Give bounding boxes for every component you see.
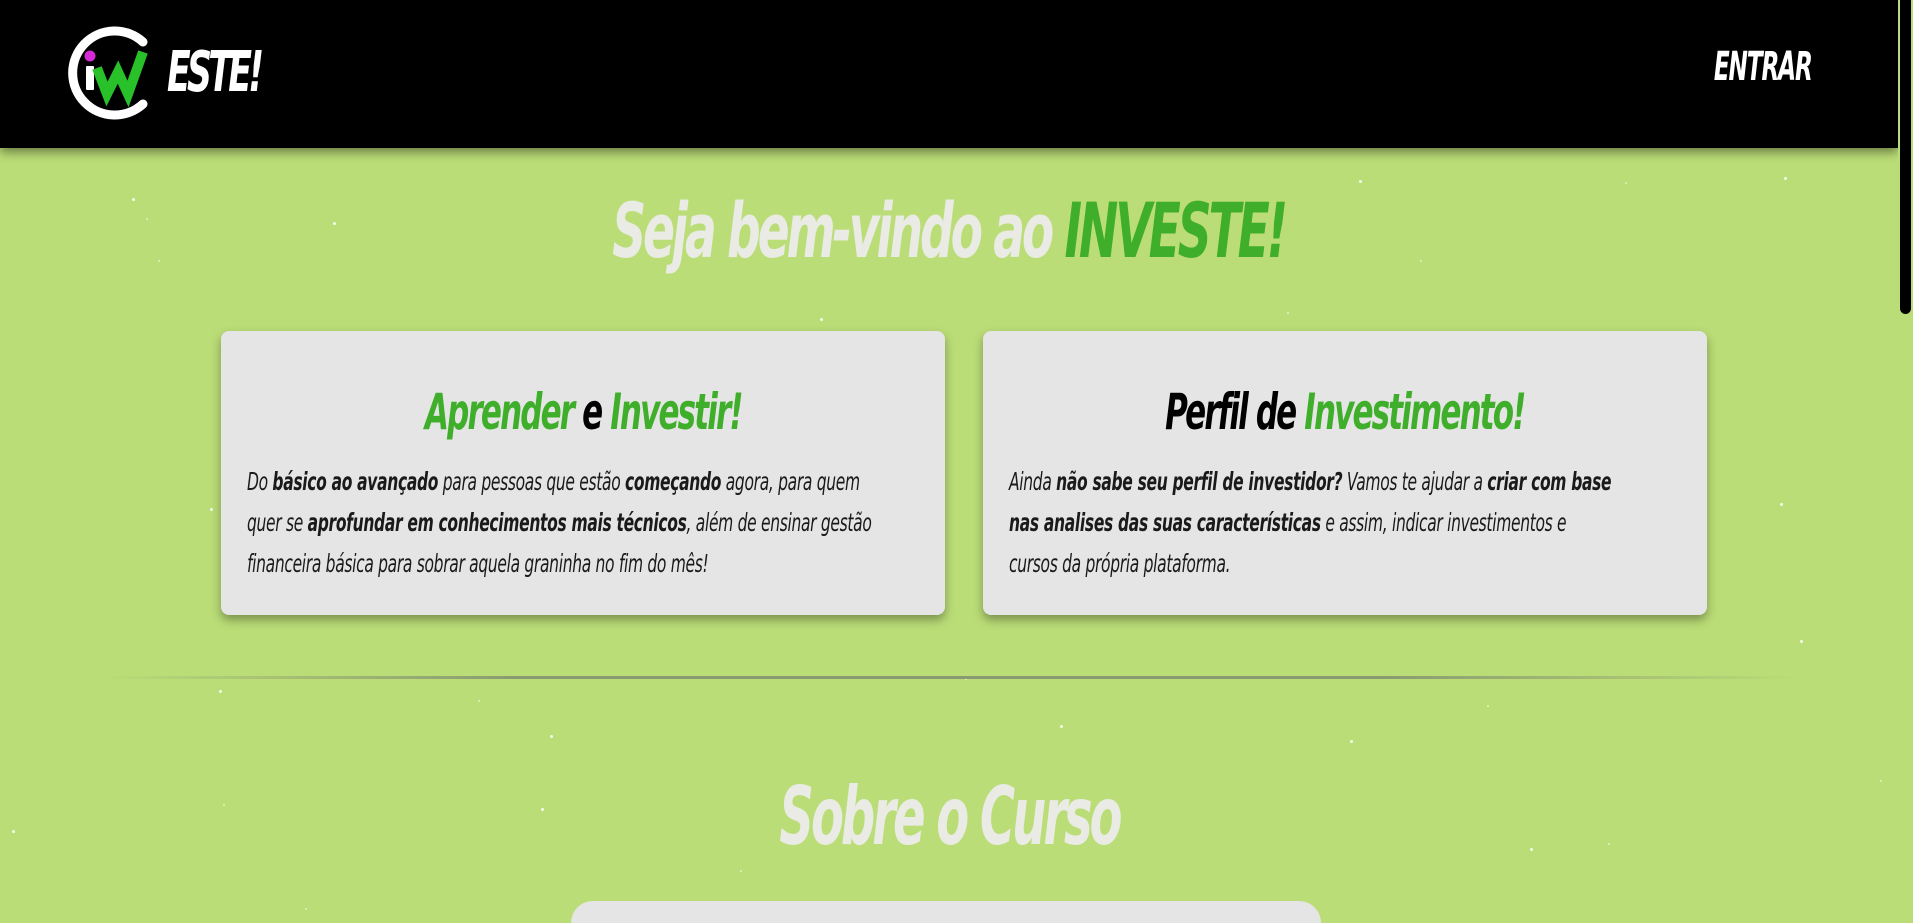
feature-card-learn-invest: Aprender e Investir! Do básico ao avança… xyxy=(221,331,945,615)
hero-title-text: Seja bem-vindo ao xyxy=(612,186,1065,275)
scrollbar-thumb[interactable] xyxy=(1900,0,1911,314)
investe-logo-icon xyxy=(68,26,148,120)
text-segment: e assim, indicar investimentos e xyxy=(1320,508,1567,537)
text-segment: Ainda xyxy=(1009,467,1057,496)
text-emphasis: básico ao avançado xyxy=(272,467,439,496)
investe-logo[interactable]: ESTE! xyxy=(55,22,265,124)
section-divider xyxy=(100,676,1800,679)
text-emphasis: começando xyxy=(624,467,722,496)
card-title-part: Aprender xyxy=(424,383,575,441)
hero-title: Seja bem-vindo ao INVESTE! xyxy=(0,186,1898,275)
about-title-text: Sobre o Curso xyxy=(778,770,1122,863)
card-description: Ainda não sabe seu perfil de investidor?… xyxy=(1009,461,1691,584)
scrollbar[interactable] xyxy=(1898,0,1913,923)
card-title-part: e xyxy=(572,383,610,441)
text-segment: cursos da própria plataforma. xyxy=(1009,549,1231,578)
text-emphasis: criar com base xyxy=(1487,467,1612,496)
logo-text: ESTE! xyxy=(167,40,264,105)
card-title-part: Investir! xyxy=(609,383,743,441)
text-segment: para pessoas que estão xyxy=(438,467,625,496)
card-title: Perfil de Investimento! xyxy=(983,383,1707,441)
course-card xyxy=(571,901,1321,923)
text-segment: quer se xyxy=(247,508,308,537)
text-segment: financeira básica para sobrar aquela gra… xyxy=(247,549,709,578)
text-segment: Vamos te ajudar a xyxy=(1342,467,1488,496)
text-emphasis: não sabe seu perfil de investidor? xyxy=(1056,467,1343,496)
feature-card-investor-profile: Perfil de Investimento! Ainda não sabe s… xyxy=(983,331,1707,615)
top-navbar: ESTE! ENTRAR xyxy=(0,0,1898,148)
text-emphasis: aprofundar em conhecimentos mais técnico… xyxy=(307,508,687,537)
hero-title-brand: INVESTE! xyxy=(1064,186,1289,275)
card-description: Do básico ao avançado para pessoas que e… xyxy=(247,461,929,584)
about-section-title: Sobre o Curso xyxy=(0,770,1898,863)
text-segment: Do xyxy=(247,467,273,496)
text-segment: agora, para quem xyxy=(721,467,860,496)
card-title-part: Investimento! xyxy=(1304,383,1526,441)
card-title-part: Perfil de xyxy=(1165,383,1305,441)
card-title: Aprender e Investir! xyxy=(221,383,945,441)
text-segment: , além de ensinar gestão xyxy=(686,508,872,537)
text-emphasis: nas analises das suas características xyxy=(1009,508,1321,537)
enter-button[interactable]: ENTRAR xyxy=(1714,44,1813,90)
